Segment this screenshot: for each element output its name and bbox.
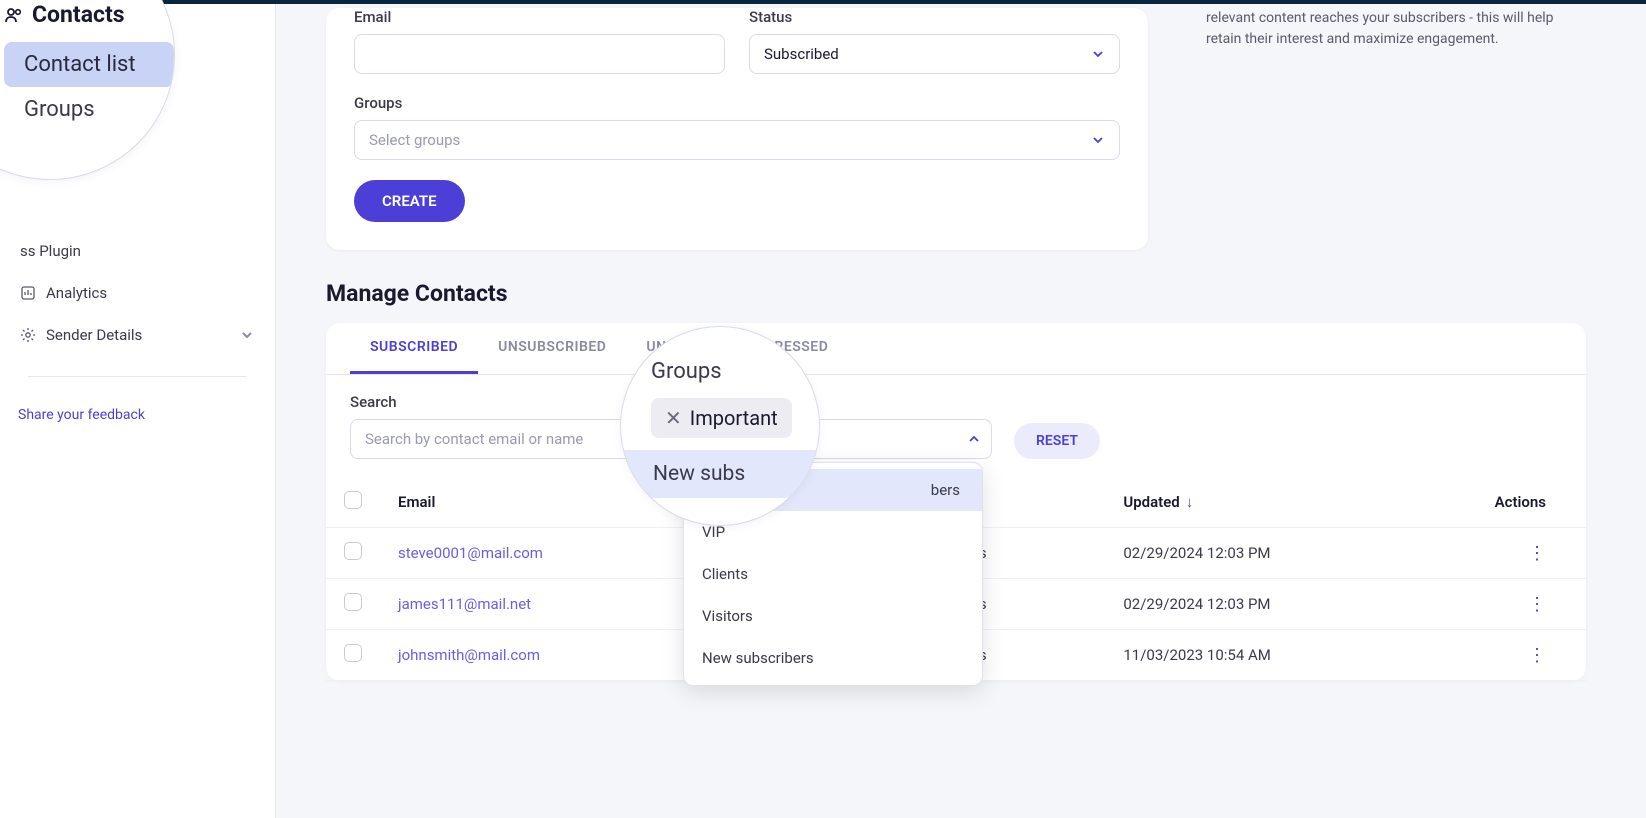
status-select[interactable]: Subscribed xyxy=(749,34,1120,74)
create-button[interactable]: CREATE xyxy=(354,180,465,222)
zoom-sidebar-contacts-heading: Contacts xyxy=(4,1,174,28)
groups-select[interactable]: Select groups xyxy=(354,120,1120,160)
search-input[interactable] xyxy=(350,419,660,459)
dropdown-item-clients[interactable]: Clients xyxy=(684,553,982,595)
gear-icon xyxy=(20,327,36,343)
zoom-sidebar-groups[interactable]: Groups xyxy=(4,87,174,132)
col-email[interactable]: Email xyxy=(380,477,677,528)
analytics-icon xyxy=(20,285,36,301)
row-updated: 02/29/2024 12:03 PM xyxy=(1123,595,1270,613)
email-link[interactable]: steve0001@mail.com xyxy=(398,544,543,562)
sidebar-item-analytics[interactable]: Analytics xyxy=(0,272,275,314)
row-checkbox[interactable] xyxy=(344,644,362,662)
zoom-lens-groups-filter: Groups ✕ Important New subs xyxy=(620,326,820,526)
status-select-value: Subscribed xyxy=(764,45,839,63)
info-text: relevant content reaches your subscriber… xyxy=(1166,8,1586,250)
sidebar-divider xyxy=(28,376,247,377)
manage-contacts-title: Manage Contacts xyxy=(326,280,1586,307)
row-actions-button[interactable]: ⋮ xyxy=(1407,579,1587,630)
sort-desc-icon: ↓ xyxy=(1186,493,1194,511)
row-updated: 11/03/2023 10:54 AM xyxy=(1123,646,1271,664)
dropdown-item-new-subscribers[interactable]: New subscribers xyxy=(684,637,982,679)
feedback-label: Share your feedback xyxy=(18,407,145,423)
col-actions: Actions xyxy=(1407,477,1587,528)
dropdown-item-visitors[interactable]: Visitors xyxy=(684,595,982,637)
sidebar-item-plugin[interactable]: ss Plugin xyxy=(0,230,275,272)
email-link[interactable]: johnsmith@mail.com xyxy=(398,646,540,664)
tab-unsubscribed[interactable]: UNSUBSCRIBED xyxy=(478,323,626,374)
row-actions-button[interactable]: ⋮ xyxy=(1407,630,1587,681)
tab-subscribed[interactable]: SUBSCRIBED xyxy=(350,323,478,374)
row-checkbox[interactable] xyxy=(344,593,362,611)
sidebar-item-sender-details[interactable]: Sender Details xyxy=(0,314,275,356)
chevron-down-icon xyxy=(239,327,255,343)
row-actions-button[interactable]: ⋮ xyxy=(1407,528,1587,579)
zoom-groups-label: Groups xyxy=(651,359,819,384)
sender-details-label: Sender Details xyxy=(46,326,142,344)
zoom-dropdown-new-subs[interactable]: New subs xyxy=(621,450,819,498)
create-button-label: CREATE xyxy=(382,192,437,210)
email-link[interactable]: james111@mail.net xyxy=(398,595,531,613)
groups-placeholder: Select groups xyxy=(369,131,460,149)
chevron-down-icon xyxy=(1091,47,1105,61)
share-feedback-link[interactable]: Share your feedback xyxy=(0,407,275,423)
groups-field-label: Groups xyxy=(354,94,1120,112)
search-label: Search xyxy=(350,393,660,411)
chip-remove-icon[interactable]: ✕ xyxy=(665,406,682,430)
col-updated[interactable]: Updated↓ xyxy=(1105,477,1406,528)
email-input[interactable] xyxy=(354,34,725,74)
sidebar-plugin-suffix: ss Plugin xyxy=(20,242,81,260)
chevron-down-icon xyxy=(1091,133,1105,147)
reset-button[interactable]: RESET xyxy=(1014,423,1100,459)
row-checkbox[interactable] xyxy=(344,542,362,560)
chevron-up-icon xyxy=(967,432,981,446)
zoom-sidebar-contact-list[interactable]: Contact list xyxy=(4,42,174,87)
email-field-label: Email xyxy=(354,8,725,26)
status-field-label: Status xyxy=(749,8,1120,26)
zoom-groups-chip: ✕ Important xyxy=(651,398,792,438)
analytics-label: Analytics xyxy=(46,284,107,302)
select-all-checkbox[interactable] xyxy=(344,491,362,509)
row-updated: 02/29/2024 12:03 PM xyxy=(1123,544,1270,562)
contacts-icon xyxy=(4,5,24,25)
zoom-chip-label: Important xyxy=(690,406,778,430)
